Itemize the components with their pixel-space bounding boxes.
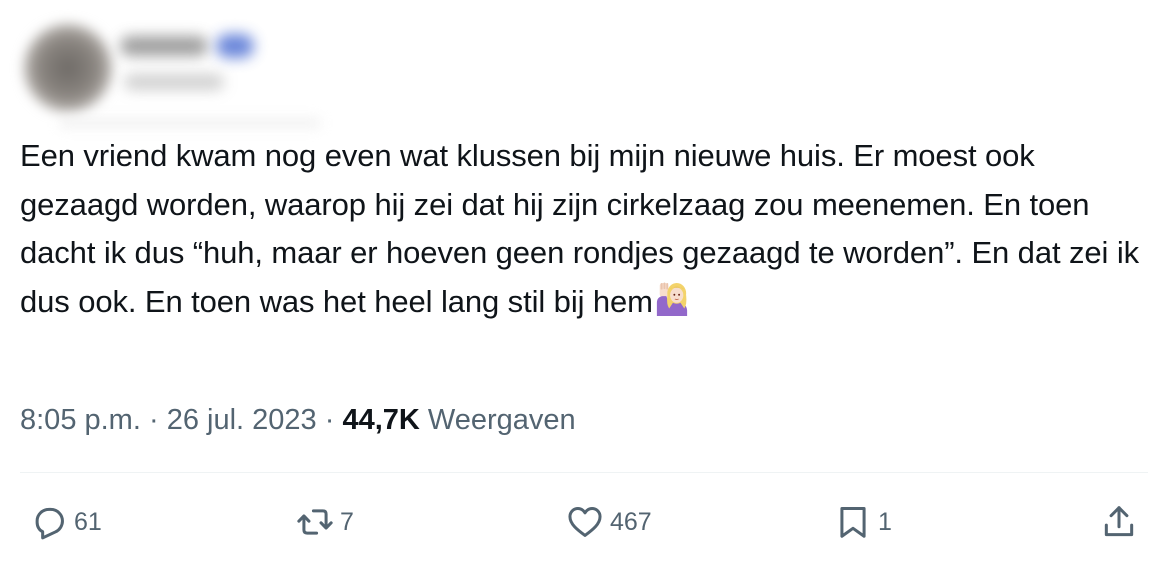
- tweet-time[interactable]: 8:05 p.m.: [20, 404, 141, 436]
- heart-icon: [568, 507, 602, 537]
- retweet-icon: [297, 509, 333, 535]
- share-button[interactable]: [1100, 496, 1138, 548]
- like-count: 467: [610, 507, 652, 536]
- author-name-blurred[interactable]: [120, 36, 208, 56]
- bookmark-button[interactable]: 1: [834, 496, 892, 548]
- bookmark-count: 1: [878, 507, 892, 536]
- avatar[interactable]: [24, 24, 112, 112]
- tweet-date[interactable]: 26 jul. 2023: [167, 404, 317, 436]
- tweet-metadata: 8:05 p.m. · 26 jul. 2023 · 44,7K Weergav…: [20, 402, 576, 438]
- share-icon: [1104, 506, 1134, 537]
- tweet-author-header[interactable]: [14, 6, 294, 126]
- bookmark-icon: [840, 507, 866, 538]
- tweet-actions-bar: 61 7 467 1: [0, 496, 1156, 548]
- views-label: Weergaven: [427, 404, 576, 436]
- retweet-button[interactable]: 7: [296, 496, 354, 548]
- like-button[interactable]: 467: [566, 496, 652, 548]
- separator: ·: [140, 404, 167, 436]
- divider: [20, 472, 1148, 473]
- separator: ·: [316, 404, 343, 436]
- reply-count: 61: [74, 507, 102, 536]
- retweet-count: 7: [340, 507, 354, 536]
- author-handle-blurred[interactable]: [124, 74, 224, 90]
- blurred-header-edge: [60, 118, 320, 128]
- tweet-text-content: Een vriend kwam nog even wat klussen bij…: [20, 138, 1148, 319]
- tweet-text: Een vriend kwam nog even wat klussen bij…: [20, 132, 1140, 326]
- views-count: 44,7K: [342, 404, 420, 436]
- tweet: Een vriend kwam nog even wat klussen bij…: [0, 0, 1156, 562]
- person-raising-hand-emoji: [656, 281, 688, 316]
- reply-icon: [35, 507, 64, 540]
- verified-badge-icon: [216, 34, 254, 58]
- reply-button[interactable]: 61: [30, 496, 102, 548]
